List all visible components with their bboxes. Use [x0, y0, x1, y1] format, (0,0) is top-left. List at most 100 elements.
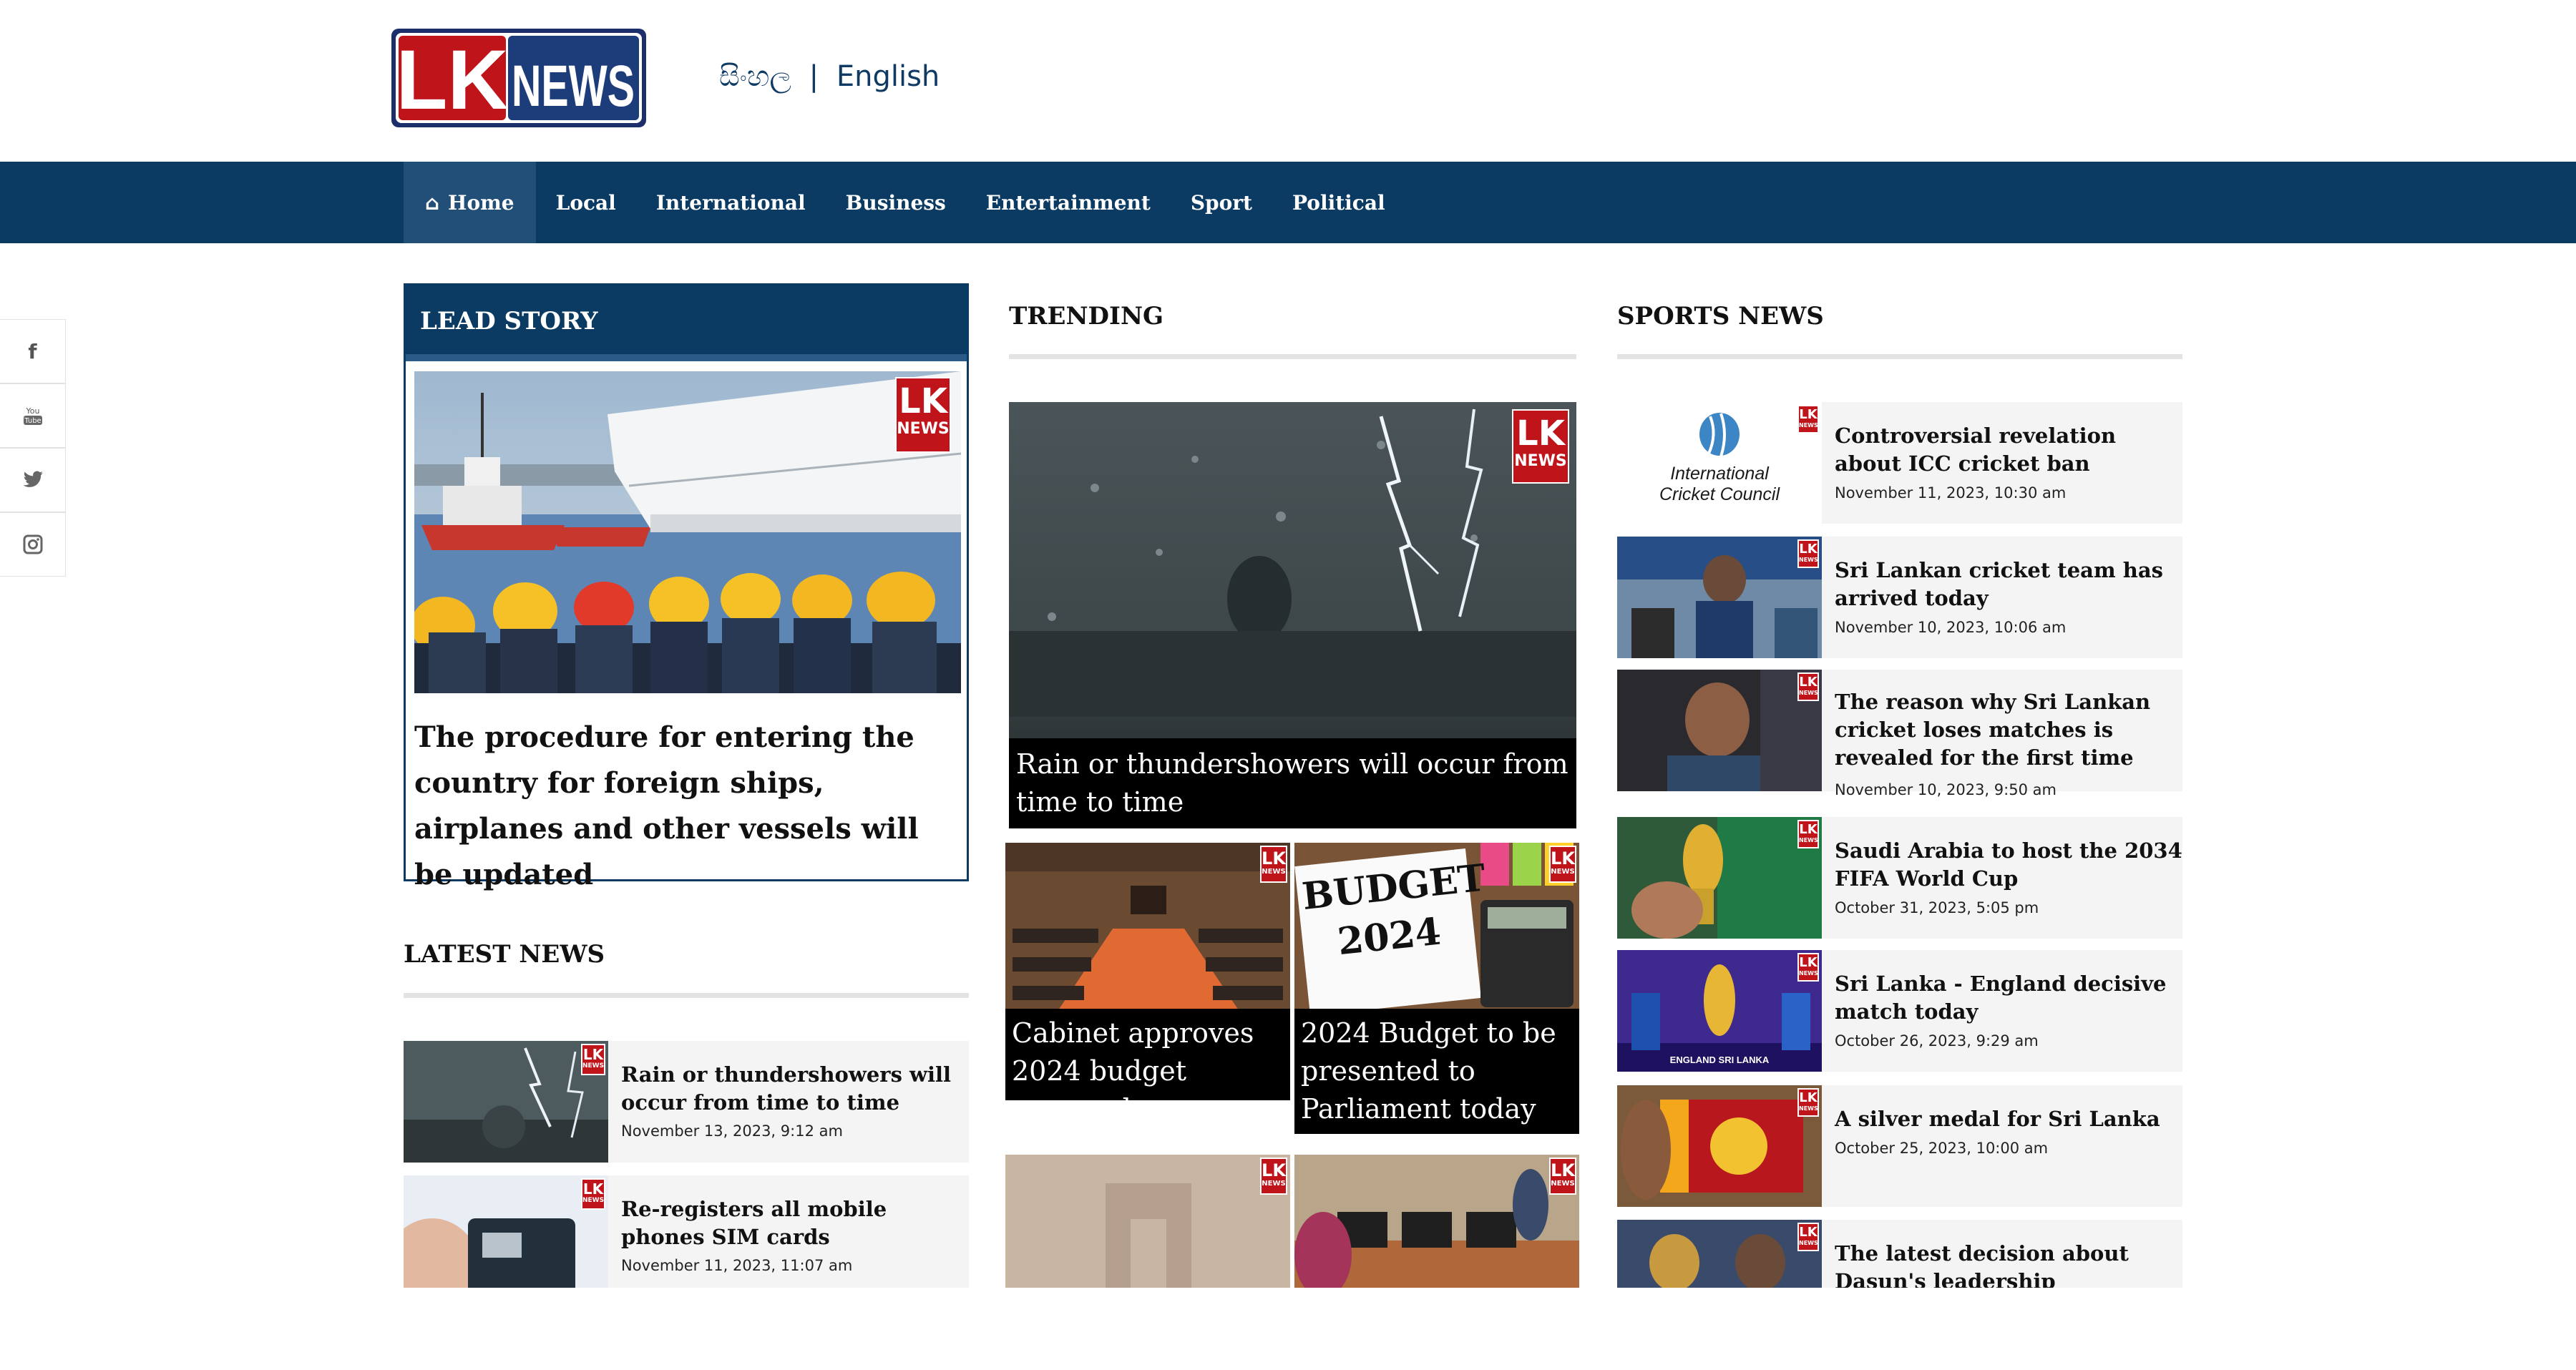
watermark-news: NEWS [1262, 1180, 1286, 1188]
trending-tile[interactable]: LK NEWS Cabinet approves 2024 budget pro… [1005, 843, 1290, 1100]
lk-news-watermark: LK NEWS [1549, 846, 1576, 883]
watermark-lk: LK [1551, 1160, 1575, 1180]
lead-story-title: LEAD STORY [420, 307, 598, 336]
lk-news-watermark: LK NEWS [1512, 409, 1569, 484]
lang-sinhala-link[interactable]: සිංහල [719, 60, 791, 93]
sports-item[interactable]: LK NEWS Sri Lankan cricket team has arri… [1617, 537, 2182, 658]
sports-item-title[interactable]: Controversial revelation about ICC crick… [1835, 422, 2185, 478]
latest-item-title[interactable]: Re-registers all mobile phones SIM cards [621, 1195, 972, 1251]
facebook-icon[interactable]: f [0, 319, 66, 383]
sports-item-thumb: ENGLAND SRI LANKA LK NEWS [1617, 950, 1822, 1072]
lk-news-watermark: LK NEWS [1549, 1158, 1576, 1195]
trending-tile[interactable]: LK NEWS [1005, 1155, 1290, 1288]
watermark-news: NEWS [1514, 452, 1567, 470]
language-switcher: සිංහල | English [719, 60, 940, 93]
sports-item[interactable]: ENGLAND SRI LANKA LK NEWS Sri Lanka - En… [1617, 950, 2182, 1072]
lang-separator: | [809, 60, 819, 93]
lk-news-watermark: LK NEWS [1797, 953, 1819, 982]
latest-item-title[interactable]: Rain or thundershowers will occur from t… [621, 1061, 972, 1117]
trending-title: TRENDING [1009, 302, 1164, 331]
lang-english-link[interactable]: English [836, 60, 940, 93]
sports-news-title: SPORTS NEWS [1617, 302, 1824, 331]
nav-political[interactable]: Political [1272, 162, 1405, 243]
watermark-news: NEWS [582, 1062, 605, 1070]
watermark-news: NEWS [1799, 837, 1818, 843]
nav-local[interactable]: Local [536, 162, 636, 243]
nav-entertainment[interactable]: Entertainment [966, 162, 1171, 243]
latest-item-thumb: LK NEWS [404, 1041, 608, 1163]
match-thumb-text: ENGLAND SRI LANKA [1669, 1055, 1770, 1065]
sports-item-title[interactable]: Sri Lanka - England decisive match today [1835, 970, 2185, 1026]
lead-story-image[interactable]: LK NEWS [414, 371, 961, 693]
lk-news-watermark: LK NEWS [1797, 405, 1819, 434]
lk-news-watermark: LK NEWS [1260, 846, 1287, 883]
sports-item-title[interactable]: Saudi Arabia to host the 2034 FIFA World… [1835, 837, 2185, 893]
sports-item-date: October 25, 2023, 10:00 am [1835, 1140, 2049, 1157]
latest-item-date: November 13, 2023, 9:12 am [621, 1122, 843, 1140]
trending-tile-caption[interactable]: 2024 Budget to be presented to Parliamen… [1294, 1009, 1579, 1134]
sports-item[interactable]: LK NEWS The latest decision about Dasun'… [1617, 1220, 2182, 1288]
sports-item-title[interactable]: The reason why Sri Lankan cricket loses … [1835, 688, 2185, 772]
watermark-lk: LK [1262, 1160, 1286, 1180]
sports-item-thumb: LK NEWS [1617, 817, 1822, 939]
sports-item[interactable]: International Cricket Council LK NEWS Co… [1617, 402, 2182, 524]
trending-rule [1009, 354, 1576, 359]
trending-tile-caption[interactable]: Cabinet approves 2024 budget proposal [1005, 1009, 1290, 1100]
home-icon: ⌂ [425, 190, 440, 215]
trending-main-story[interactable]: LK NEWS Rain or thundershowers will occu… [1009, 402, 1576, 828]
social-sidebar: f You Tube [0, 319, 66, 577]
sports-item[interactable]: LK NEWS A silver medal for Sri Lanka Oct… [1617, 1085, 2182, 1207]
logo-news-text: NEWS [512, 54, 635, 119]
site-header: LK NEWS සිංහල | English [0, 0, 2576, 162]
latest-item[interactable]: LK NEWS Re-registers all mobile phones S… [404, 1175, 969, 1288]
watermark-news: NEWS [1799, 1105, 1818, 1112]
sports-item-thumb: LK NEWS [1617, 1085, 1822, 1207]
nav-international[interactable]: International [636, 162, 826, 243]
lk-news-watermark: LK NEWS [1797, 1223, 1819, 1251]
sports-item-title[interactable]: Sri Lankan cricket team has arrived toda… [1835, 557, 2185, 612]
lk-news-watermark: LK NEWS [1797, 1088, 1819, 1117]
watermark-news: NEWS [897, 420, 950, 438]
nav-sport[interactable]: Sport [1171, 162, 1272, 243]
sports-item-date: November 10, 2023, 10:06 am [1835, 619, 2067, 636]
icc-logo-text: International Cricket Council [1659, 464, 1780, 504]
lk-news-watermark: LK NEWS [1797, 539, 1819, 568]
lk-news-watermark: LK NEWS [581, 1178, 605, 1210]
youtube-icon[interactable]: You Tube [0, 383, 66, 448]
trending-main-caption[interactable]: Rain or thundershowers will occur from t… [1009, 738, 1576, 828]
latest-news-rule [404, 993, 969, 998]
watermark-lk: LK [582, 1046, 604, 1063]
lk-news-watermark: LK NEWS [581, 1044, 605, 1075]
watermark-news: NEWS [1799, 1240, 1818, 1246]
lk-news-watermark: LK NEWS [1797, 820, 1819, 848]
sports-item[interactable]: LK NEWS The reason why Sri Lankan cricke… [1617, 670, 2185, 798]
sports-item-date: October 26, 2023, 9:29 am [1835, 1032, 2039, 1049]
budget-image-text: BUDGET 2024 [1299, 856, 1488, 964]
lead-story-card[interactable]: LEAD STORY LK NEWS The procedure for ent… [404, 283, 969, 891]
sports-item-title[interactable]: The latest decision about Dasun's leader… [1835, 1240, 2185, 1288]
lead-story-headline[interactable]: The procedure for entering the country f… [414, 715, 958, 898]
page-viewport: LK NEWS සිංහල | English ⌂ Home Local Int… [0, 0, 2576, 1288]
watermark-news: NEWS [1799, 970, 1818, 977]
nav-home-label: Home [448, 190, 514, 215]
latest-item-date: November 11, 2023, 11:07 am [621, 1257, 853, 1274]
watermark-news: NEWS [1551, 1180, 1575, 1188]
trending-tile[interactable]: BUDGET 2024 LK NEWS 2024 Budget to be pr… [1294, 843, 1579, 1140]
watermark-lk: LK [1262, 848, 1286, 869]
nav-home[interactable]: ⌂ Home [404, 162, 536, 243]
watermark-lk: LK [1799, 542, 1818, 557]
instagram-icon[interactable] [0, 512, 66, 577]
svg-text:Tube: Tube [24, 417, 41, 425]
sports-item-title[interactable]: A silver medal for Sri Lanka [1835, 1105, 2185, 1133]
sports-item[interactable]: LK NEWS Saudi Arabia to host the 2034 FI… [1617, 817, 2182, 939]
watermark-lk: LK [1799, 822, 1818, 837]
twitter-icon[interactable] [0, 448, 66, 512]
lk-news-logo[interactable]: LK NEWS [391, 29, 646, 127]
logo-lk-text: LK [396, 33, 508, 127]
trending-tile[interactable]: LK NEWS [1294, 1155, 1579, 1288]
latest-item[interactable]: LK NEWS Rain or thundershowers will occu… [404, 1041, 969, 1163]
watermark-news: NEWS [1262, 868, 1286, 876]
watermark-news: NEWS [1551, 868, 1575, 876]
latest-item-thumb: LK NEWS [404, 1175, 608, 1288]
nav-business[interactable]: Business [826, 162, 966, 243]
